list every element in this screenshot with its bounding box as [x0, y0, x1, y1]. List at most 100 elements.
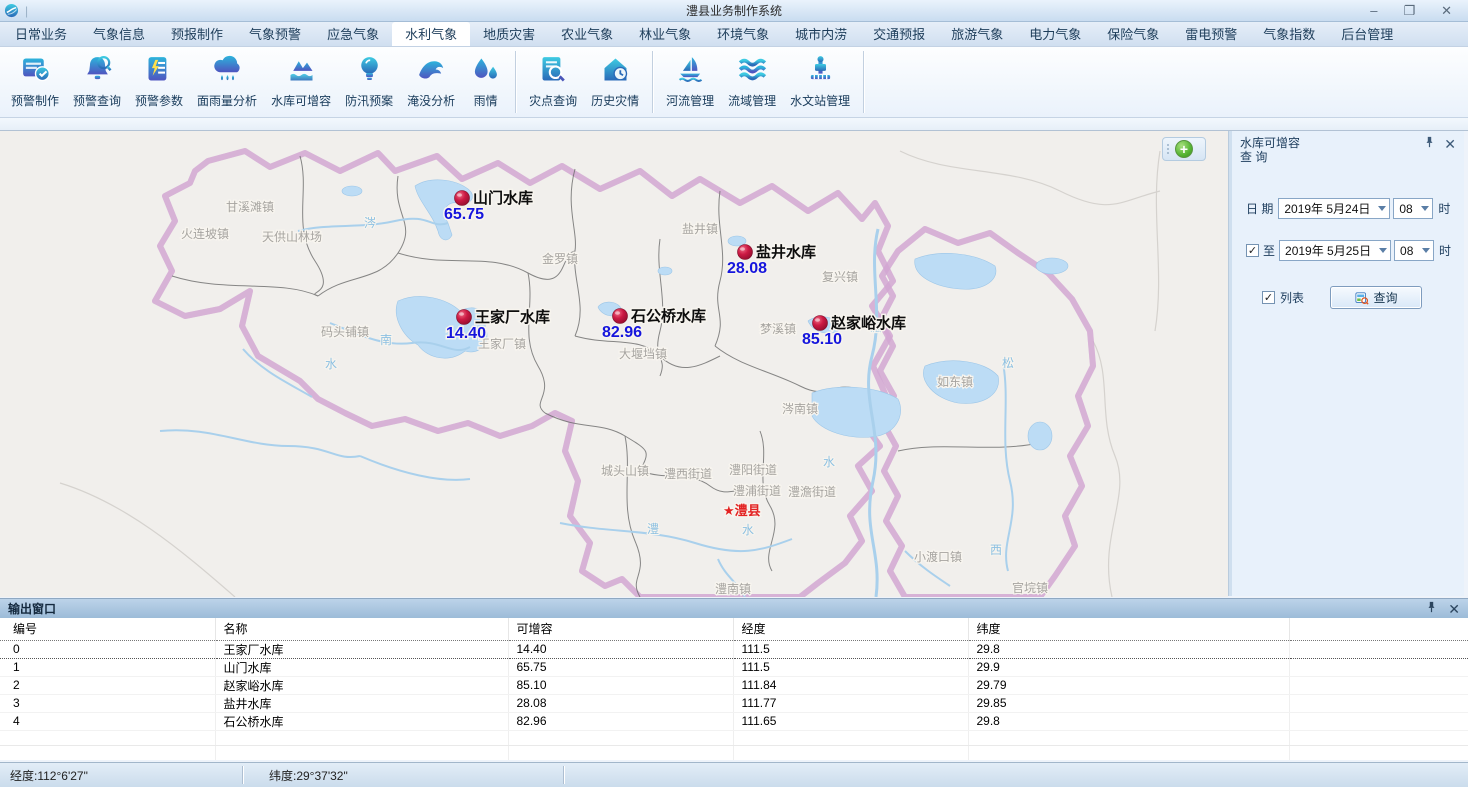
town-label-盐井镇: 盐井镇 [682, 222, 718, 236]
pin-icon[interactable] [1425, 136, 1434, 151]
toolbar-button-历史灾情[interactable]: 历史灾情 [584, 51, 646, 111]
reservoir-capacity-panel: 水库可增容 查 询 ✕ 日 期 2019年 5月24日 08 时 [1232, 131, 1464, 596]
query-button-icon [1355, 291, 1369, 305]
close-button[interactable]: ✕ [1441, 2, 1452, 20]
river-label: 南 [380, 332, 392, 347]
empty-row [0, 730, 1468, 745]
hydrostation-management-icon [804, 53, 837, 91]
menu-item-旅游气象[interactable]: 旅游气象 [938, 22, 1016, 46]
toolbar-button-面雨量分析[interactable]: 面雨量分析 [190, 51, 264, 111]
menu-item-水利气象[interactable]: 水利气象 [392, 22, 470, 46]
query-button[interactable]: 查询 [1330, 286, 1422, 309]
toolbar-button-淹没分析[interactable]: 淹没分析 [400, 51, 462, 111]
town-label-澧西街道: 澧西街道 [664, 467, 712, 481]
toolbar-button-水文站管理[interactable]: 水文站管理 [783, 51, 857, 111]
table-row[interactable]: 1山门水库65.75111.529.9 [0, 658, 1468, 676]
chevron-down-icon [1421, 206, 1429, 211]
table-row[interactable]: 4石公桥水库82.96111.6529.8 [0, 712, 1468, 730]
warning-query-icon [81, 53, 114, 91]
date-to-select[interactable]: 2019年 5月25日 [1279, 240, 1391, 261]
menu-item-农业气象[interactable]: 农业气象 [548, 22, 626, 46]
pin-icon[interactable] [1427, 600, 1436, 618]
output-close-icon[interactable]: ✕ [1448, 603, 1460, 615]
status-bar: 经度:112°6'27" 纬度:29°37'32" [0, 762, 1468, 787]
map-add-layer-control[interactable]: + [1162, 137, 1206, 161]
toolbar-button-预警制作[interactable]: 预警制作 [4, 51, 66, 111]
column-header-经度[interactable]: 经度 [733, 618, 968, 640]
menu-item-电力气象[interactable]: 电力气象 [1016, 22, 1094, 46]
output-window: 输出窗口 ✕ 编号名称可增容经度纬度 0王家厂水库14.40111.529.81… [0, 598, 1468, 760]
town-label-官垸镇: 官垸镇 [1012, 580, 1048, 595]
date-from-select[interactable]: 2019年 5月24日 [1278, 198, 1390, 219]
panel-close-icon[interactable]: ✕ [1444, 138, 1456, 150]
add-icon[interactable]: + [1175, 140, 1193, 158]
menu-item-气象信息[interactable]: 气象信息 [80, 22, 158, 46]
reservoir-name-label: 石公桥水库 [630, 307, 706, 325]
town-label-澧浦街道: 澧浦街道 [733, 484, 781, 498]
date-label: 日 期 [1246, 200, 1273, 217]
river-label: 水 [823, 455, 835, 469]
reservoir-capacity-icon [285, 53, 318, 91]
hour-from-select[interactable]: 08 [1393, 198, 1433, 219]
county-seat-label: ★澧县 [723, 503, 761, 518]
rain-info-icon [469, 53, 502, 91]
toolbar-button-水库可增容[interactable]: 水库可增容 [264, 51, 338, 111]
window-title: 澧县业务制作系统 [0, 2, 1468, 19]
warning-create-icon [19, 53, 52, 91]
menu-item-环境气象[interactable]: 环境气象 [704, 22, 782, 46]
output-title: 输出窗口 [8, 600, 56, 617]
menu-item-气象指数[interactable]: 气象指数 [1250, 22, 1328, 46]
menu-item-日常业务[interactable]: 日常业务 [2, 22, 80, 46]
table-row[interactable]: 2赵家峪水库85.10111.8429.79 [0, 676, 1468, 694]
list-label: 列表 [1280, 289, 1304, 306]
toolbar-button-预警查询[interactable]: 预警查询 [66, 51, 128, 111]
town-label-涔南镇: 涔南镇 [782, 401, 818, 416]
reservoir-value-label: 85.10 [802, 331, 842, 348]
reservoir-value-label: 65.75 [444, 206, 484, 223]
empty-row [0, 745, 1468, 760]
hour-to-select[interactable]: 08 [1394, 240, 1434, 261]
town-label-甘溪滩镇: 甘溪滩镇 [226, 200, 274, 214]
river-label: 松 [1002, 356, 1014, 370]
to-checkbox[interactable]: ✓ [1246, 244, 1259, 257]
menu-item-雷电预警[interactable]: 雷电预警 [1172, 22, 1250, 46]
menu-item-应急气象[interactable]: 应急气象 [314, 22, 392, 46]
toolbar-button-流域管理[interactable]: 流域管理 [721, 51, 783, 111]
menu-item-地质灾害[interactable]: 地质灾害 [470, 22, 548, 46]
column-header-名称[interactable]: 名称 [215, 618, 508, 640]
toolbar-button-灾点查询[interactable]: 灾点查询 [522, 51, 584, 111]
menu-item-城市内涝[interactable]: 城市内涝 [782, 22, 860, 46]
drag-handle-icon[interactable] [1167, 144, 1171, 154]
map-canvas[interactable]: 甘溪滩镇火连坡镇天供山林场金罗镇盐井镇复兴镇码头铺镇王家厂镇梦溪镇大堰垱镇如东镇… [0, 131, 1228, 597]
menu-item-后台管理[interactable]: 后台管理 [1328, 22, 1406, 46]
reservoir-name-label: 王家厂水库 [475, 308, 550, 326]
column-header-可增容[interactable]: 可增容 [508, 618, 733, 640]
menu-item-气象预警[interactable]: 气象预警 [236, 22, 314, 46]
maximize-button[interactable]: ❐ [1403, 2, 1415, 20]
to-label: 至 [1263, 242, 1275, 259]
toolbar-button-防汛预案[interactable]: 防汛预案 [338, 51, 400, 111]
menu-item-预报制作[interactable]: 预报制作 [158, 22, 236, 46]
column-header-纬度[interactable]: 纬度 [968, 618, 1289, 640]
chevron-down-icon [1422, 248, 1430, 253]
inundation-analysis-icon [415, 53, 448, 91]
reservoir-name-label: 盐井水库 [756, 243, 816, 261]
menu-item-林业气象[interactable]: 林业气象 [626, 22, 704, 46]
chevron-down-icon [1379, 248, 1387, 253]
menu-item-保险气象[interactable]: 保险气象 [1094, 22, 1172, 46]
warning-params-icon [143, 53, 176, 91]
column-header-编号[interactable]: 编号 [0, 618, 215, 640]
longitude-readout: 经度:112°6'27" [0, 767, 242, 784]
river-label: 水 [325, 357, 337, 371]
river-management-icon [674, 53, 707, 91]
table-row[interactable]: 3盐井水库28.08111.7729.85 [0, 694, 1468, 712]
reservoir-name-label: 山门水库 [473, 189, 533, 207]
toolbar-button-预警参数[interactable]: 预警参数 [128, 51, 190, 111]
menu-item-交通预报[interactable]: 交通预报 [860, 22, 938, 46]
minimize-button[interactable]: – [1370, 2, 1377, 20]
toolbar-button-雨情[interactable]: 雨情 [462, 51, 509, 111]
list-checkbox[interactable]: ✓ [1262, 291, 1275, 304]
river-label: 水 [742, 523, 754, 537]
table-row[interactable]: 0王家厂水库14.40111.529.8 [0, 640, 1468, 658]
toolbar-button-河流管理[interactable]: 河流管理 [659, 51, 721, 111]
